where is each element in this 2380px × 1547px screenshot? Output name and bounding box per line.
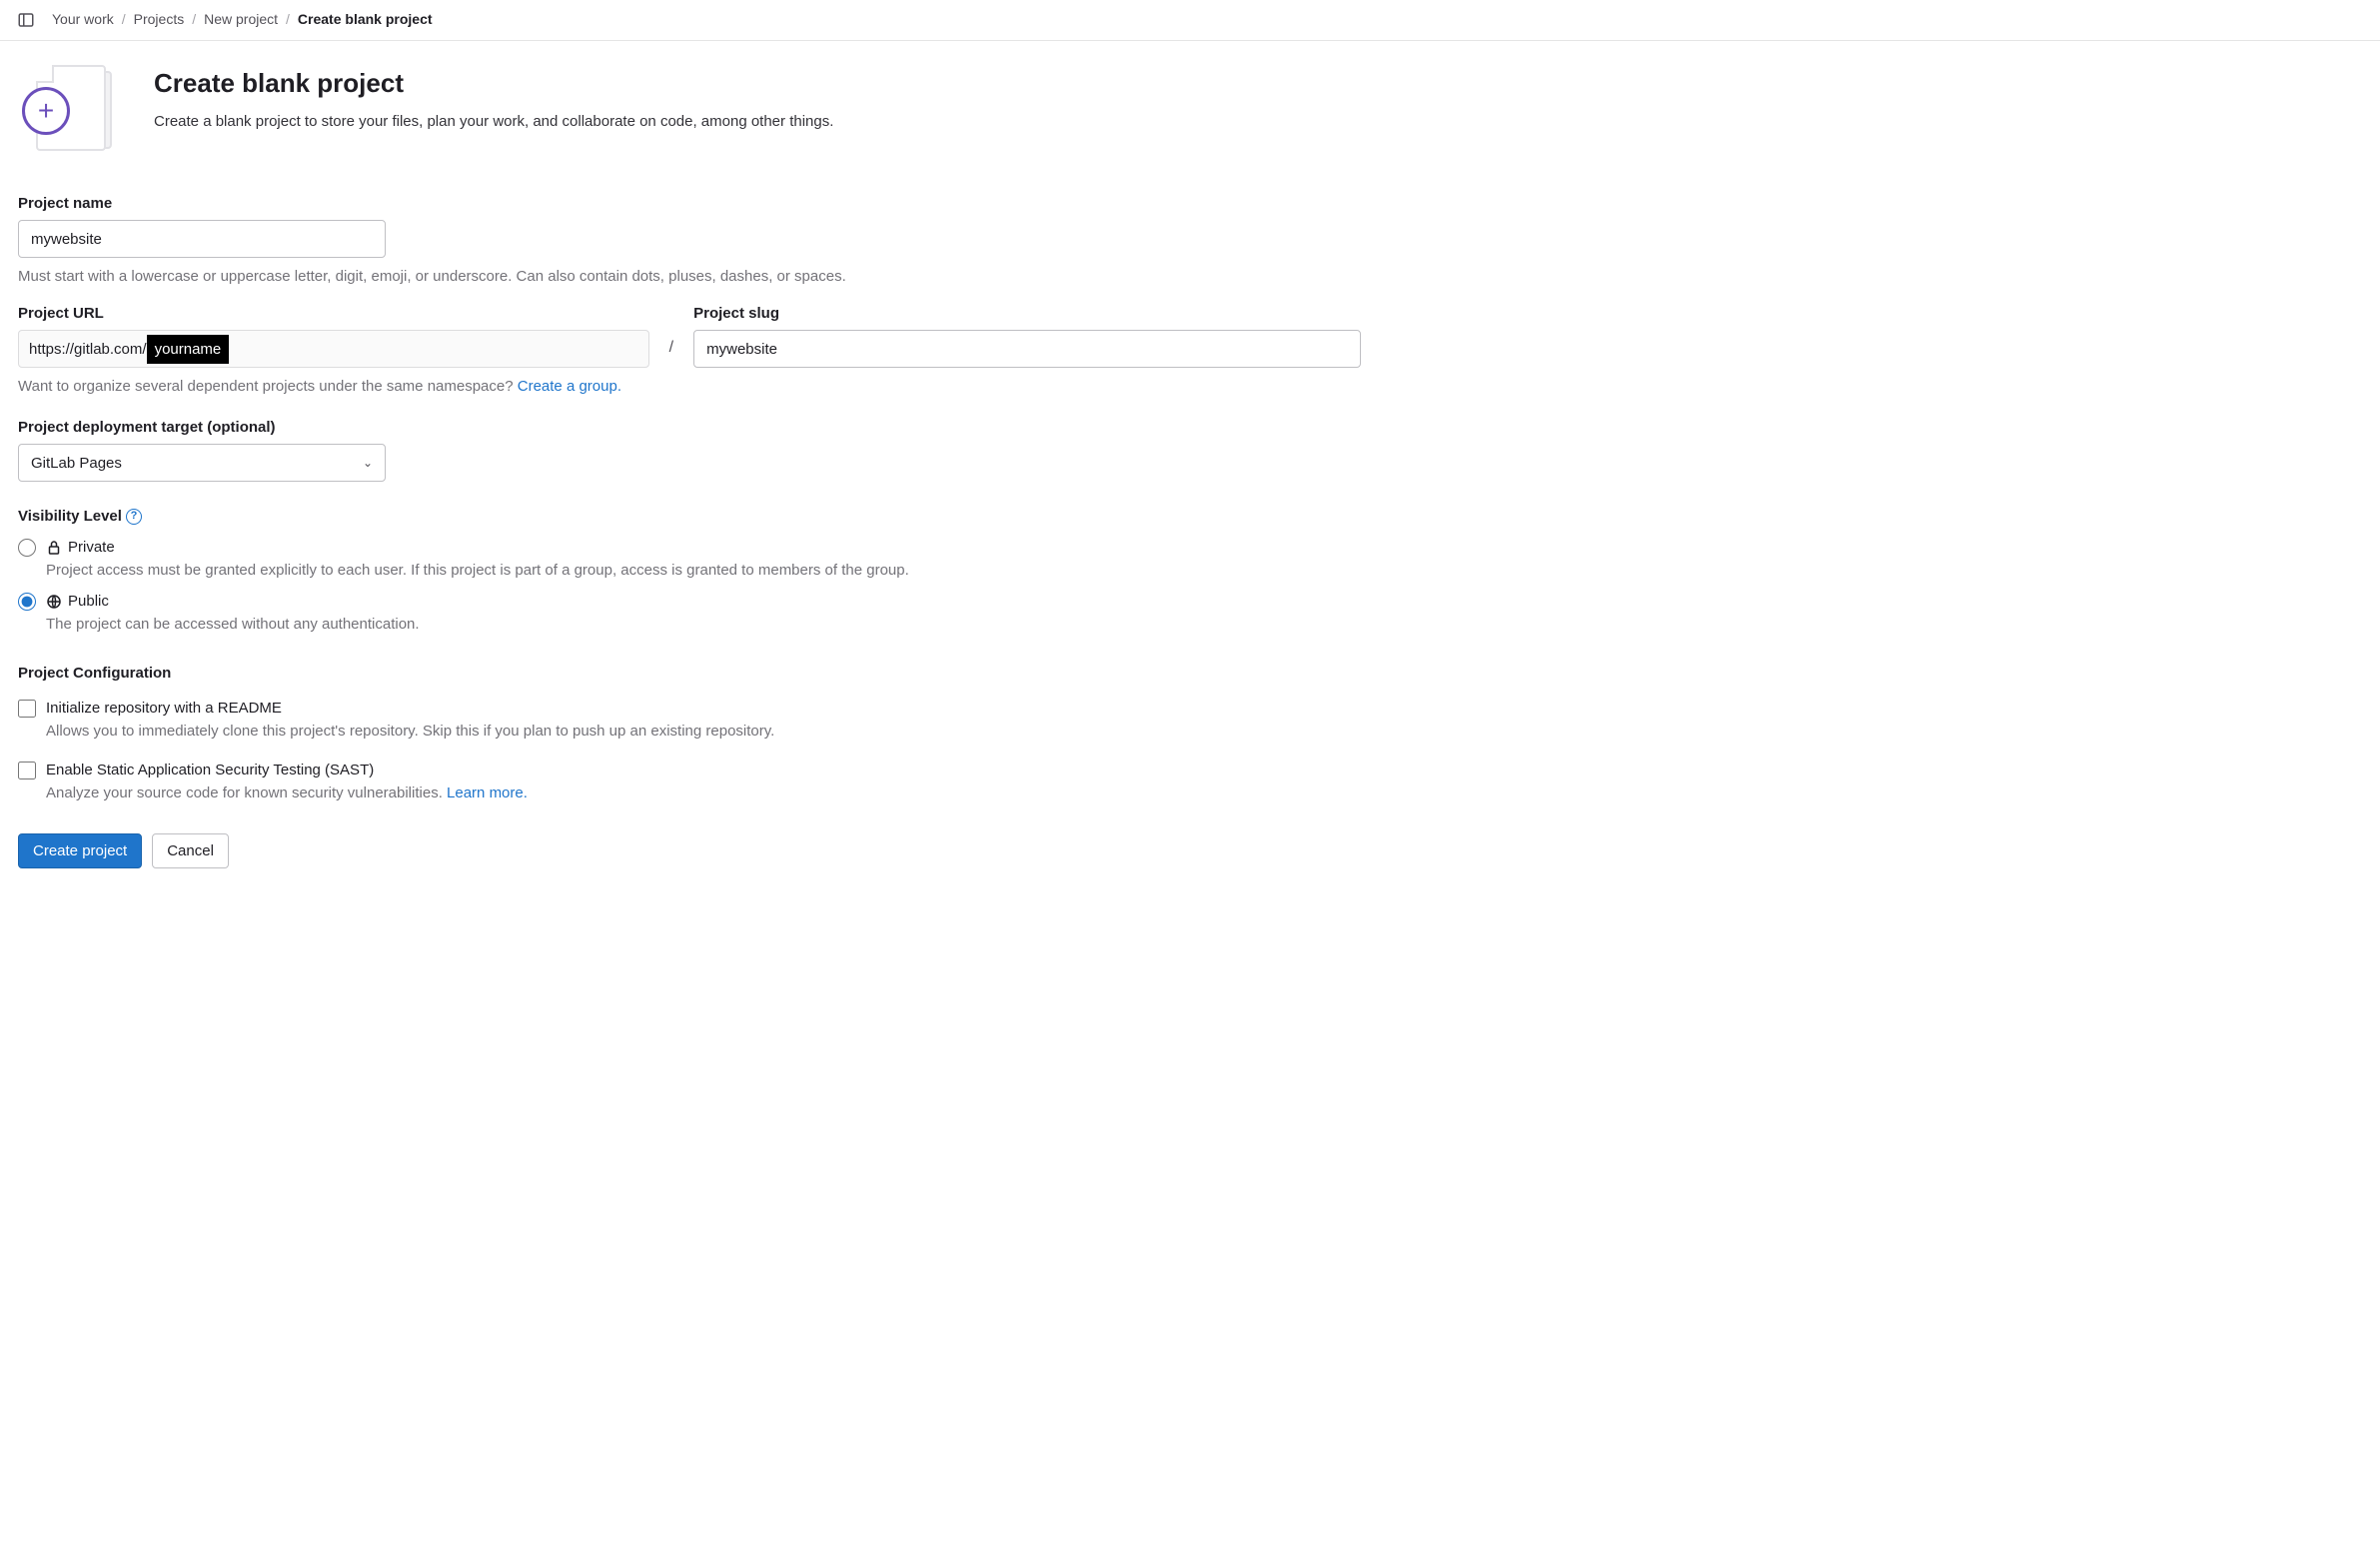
help-icon[interactable]: ? [126, 509, 142, 525]
visibility-private-desc: Project access must be granted explicitl… [46, 560, 1361, 581]
breadcrumb-separator: / [192, 10, 196, 30]
project-name-help: Must start with a lowercase or uppercase… [18, 266, 1361, 287]
project-url-namespace: yourname [147, 335, 230, 364]
project-name-label: Project name [18, 193, 1361, 214]
chevron-down-icon: ⌄ [363, 455, 373, 472]
deployment-target-select[interactable]: GitLab Pages ⌄ [18, 444, 386, 482]
visibility-public-title: Public [68, 591, 109, 612]
visibility-public-radio[interactable] [18, 593, 36, 611]
page-title: Create blank project [154, 65, 833, 101]
group-prompt: Want to organize several dependent proje… [18, 376, 1361, 397]
project-slug-input[interactable] [693, 330, 1361, 368]
readme-title: Initialize repository with a README [46, 698, 282, 719]
sast-learn-more-link[interactable]: Learn more. [447, 784, 528, 801]
visibility-public-desc: The project can be accessed without any … [46, 614, 1361, 635]
breadcrumb-current: Create blank project [298, 10, 433, 30]
deployment-target-label: Project deployment target (optional) [18, 417, 1361, 438]
visibility-label: Visibility Level [18, 506, 122, 527]
breadcrumb-separator: / [122, 10, 126, 30]
cancel-button[interactable]: Cancel [152, 833, 229, 868]
breadcrumb-separator: / [286, 10, 290, 30]
visibility-private-title: Private [68, 537, 115, 558]
sast-title: Enable Static Application Security Testi… [46, 760, 374, 780]
breadcrumb-item-your-work[interactable]: Your work [52, 10, 114, 30]
deployment-target-value: GitLab Pages [31, 453, 122, 474]
create-project-button[interactable]: Create project [18, 833, 142, 868]
create-group-link[interactable]: Create a group. [518, 378, 621, 395]
lock-icon [46, 540, 62, 556]
breadcrumb-item-new-project[interactable]: New project [204, 10, 278, 30]
configuration-label: Project Configuration [18, 663, 1361, 684]
readme-checkbox[interactable] [18, 700, 36, 718]
page-subtitle: Create a blank project to store your fil… [154, 111, 833, 132]
breadcrumb-item-projects[interactable]: Projects [134, 10, 185, 30]
sast-checkbox[interactable] [18, 762, 36, 779]
breadcrumb: Your work / Projects / New project / Cre… [52, 10, 433, 30]
sast-desc: Analyze your source code for known secur… [46, 782, 1361, 803]
new-project-icon: + [18, 65, 118, 157]
project-slug-label: Project slug [693, 303, 1361, 324]
globe-icon [46, 594, 62, 610]
project-url-label: Project URL [18, 303, 649, 324]
visibility-private-radio[interactable] [18, 539, 36, 557]
plus-icon: + [22, 87, 70, 135]
project-name-input[interactable] [18, 220, 386, 258]
url-slug-separator: / [669, 303, 673, 359]
project-url-input[interactable]: https://gitlab.com/ yourname [18, 330, 649, 368]
project-url-prefix: https://gitlab.com/ [29, 339, 147, 360]
sidebar-toggle-icon[interactable] [16, 10, 36, 30]
readme-desc: Allows you to immediately clone this pro… [46, 721, 1361, 742]
